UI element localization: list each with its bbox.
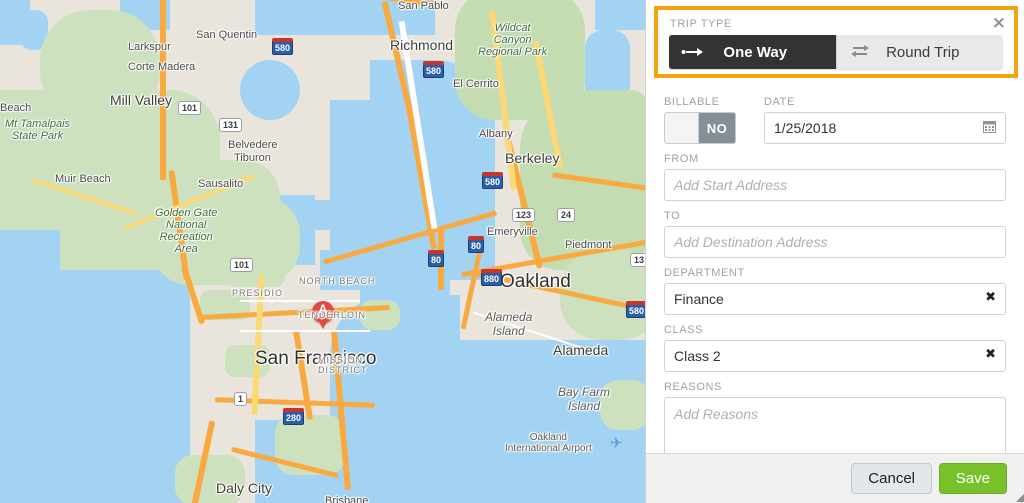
trip-entry-screen: A San Francisco Oakland Berkeley Richmond Mi…	[0, 0, 1024, 503]
billable-toggle[interactable]: NO	[664, 112, 736, 144]
map-route-shield: 131	[219, 118, 243, 132]
map-route-shield: 880	[481, 269, 503, 286]
map-label-neighborhood: NORTH BEACH	[299, 276, 376, 286]
map-label-city: Muir Beach	[55, 173, 111, 185]
trip-form: BILLABLE NO DATE 1/25/2018 FROM Add Star…	[664, 96, 1006, 483]
billable-label: BILLABLE	[664, 96, 720, 108]
map-label-city: Mill Valley	[110, 92, 172, 108]
map-label-park: Golden Gate National Recreation Area	[155, 207, 218, 255]
to-label: TO	[664, 210, 681, 222]
map-route-shield: 80	[428, 250, 445, 267]
map-label-city: Tiburon	[234, 152, 271, 164]
date-group: DATE	[764, 96, 1006, 144]
round-trip-label: Round Trip	[886, 43, 960, 61]
map-route-shield: 13	[630, 253, 645, 267]
cancel-button[interactable]: Cancel	[851, 463, 932, 494]
trip-type-round-trip-button[interactable]: Round Trip	[835, 35, 1003, 69]
calendar-icon[interactable]	[983, 120, 996, 136]
map-label-city: Larkspur	[128, 41, 171, 53]
map-label-city: Emeryville	[487, 226, 538, 238]
map-route-shield: 1	[234, 392, 248, 406]
map-label-airport: Oakland International Airport	[505, 432, 592, 454]
map-label-park: Wildcat Canyon Regional Park	[478, 22, 548, 58]
department-label: DEPARTMENT	[664, 267, 745, 279]
airplane-icon: ✈	[610, 435, 623, 452]
map-label-neighborhood: MISSION DISTRICT	[318, 355, 368, 375]
class-clear-icon[interactable]: ✖	[985, 347, 996, 362]
from-label: FROM	[664, 153, 699, 165]
trip-form-panel: TRIP TYPE × One Way Round Trip BILLABLE …	[645, 0, 1024, 503]
save-button[interactable]: Save	[938, 463, 1007, 494]
trip-type-segmented-control: One Way Round Trip	[669, 35, 1003, 69]
one-way-label: One Way	[723, 43, 788, 61]
map-label-city: San Quentin	[196, 29, 258, 41]
from-input[interactable]	[664, 169, 1006, 201]
map-label-city: Sausalito	[198, 178, 244, 190]
map-label-city: Oakland	[500, 271, 571, 292]
map-route-shield: 123	[512, 208, 536, 222]
from-group: FROM	[664, 153, 1006, 201]
map-label-city: Brisbane	[325, 495, 369, 503]
billable-group: BILLABLE NO	[664, 96, 764, 144]
map-route-shield: 580	[482, 172, 504, 189]
date-input[interactable]	[764, 112, 1006, 144]
map-label-island: Alameda Island	[485, 310, 533, 338]
class-select[interactable]	[664, 340, 1006, 372]
map-route-shield: 580	[272, 38, 294, 55]
map-label-park: Mt Tamalpais State Park	[5, 118, 71, 142]
resize-grip-icon[interactable]	[1016, 494, 1024, 502]
round-trip-arrows-icon	[837, 44, 883, 61]
map-label-city: Alameda	[553, 342, 609, 358]
map-label-city: Berkeley	[505, 150, 560, 166]
map-label-city: Beach	[0, 102, 32, 114]
map-route-shield: 24	[557, 208, 576, 222]
billable-value: NO	[699, 113, 735, 143]
map-label-city: El Cerrito	[453, 78, 499, 90]
map-label-city: Albany	[479, 128, 513, 140]
toggle-knob	[665, 113, 699, 143]
map-route-shield: 80	[468, 236, 485, 253]
trip-type-one-way-button[interactable]: One Way	[669, 35, 836, 69]
department-clear-icon[interactable]: ✖	[985, 290, 996, 305]
to-input[interactable]	[664, 226, 1006, 258]
map-label-city: Corte Madera	[128, 61, 196, 73]
close-icon[interactable]: ×	[992, 13, 1006, 33]
map-route-shield: 101	[230, 258, 254, 272]
map-label-city: Belvedere	[228, 139, 278, 151]
map-canvas[interactable]: A San Francisco Oakland Berkeley Richmond Mi…	[0, 0, 645, 503]
one-way-arrow-icon	[669, 44, 715, 60]
department-group: DEPARTMENT ✖	[664, 267, 1006, 315]
map-label-island: Bay Farm Island	[558, 385, 611, 413]
map-route-shield: 580	[423, 61, 445, 78]
reasons-label: REASONS	[664, 381, 722, 393]
class-group: CLASS ✖	[664, 324, 1006, 372]
map-label-city: Daly City	[216, 480, 273, 496]
map-label-city: Richmond	[390, 37, 454, 53]
map-label-neighborhood: PRESIDIO	[232, 288, 284, 298]
form-footer: Cancel Save	[646, 453, 1024, 503]
map-label-city: Piedmont	[565, 239, 612, 251]
department-select[interactable]	[664, 283, 1006, 315]
map-route-shield: 580	[626, 301, 645, 318]
map-route-shield: 280	[283, 408, 305, 425]
date-label: DATE	[764, 96, 795, 108]
trip-type-section: TRIP TYPE × One Way Round Trip	[654, 6, 1018, 78]
class-label: CLASS	[664, 324, 704, 336]
map-marker-label: A	[318, 302, 328, 316]
trip-type-label: TRIP TYPE	[670, 18, 732, 30]
map-route-shield: 101	[178, 101, 202, 115]
map-label-city: San Pablo	[398, 0, 449, 12]
to-group: TO	[664, 210, 1006, 258]
